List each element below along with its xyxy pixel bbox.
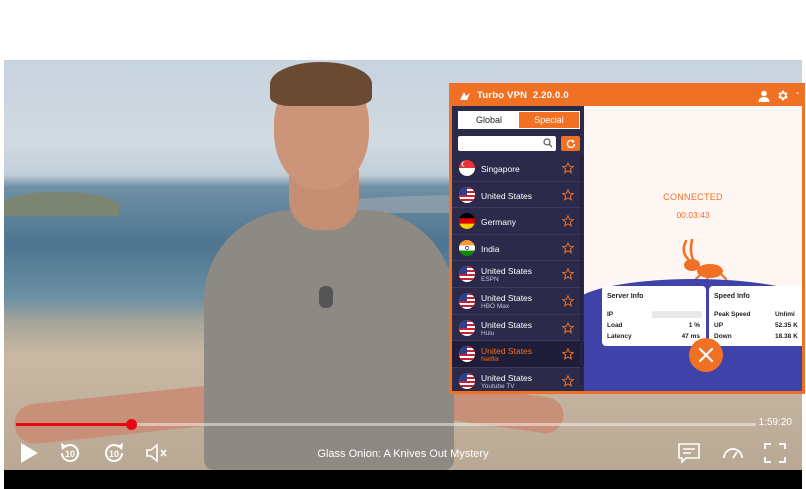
in-flag-icon — [459, 239, 475, 256]
tab-global[interactable]: Global — [459, 112, 519, 128]
ip-label: IP — [607, 311, 614, 318]
progress-scrubber[interactable] — [125, 419, 137, 430]
server-item[interactable]: India — [452, 235, 584, 262]
server-service: Youtube TV — [481, 382, 515, 390]
favorite-star-icon[interactable] — [562, 321, 574, 334]
us-flag-icon — [459, 266, 475, 283]
speed-info-card: Speed Info Peak Speed Unlimi UP 52.35 K … — [709, 286, 802, 346]
player-controls: 10 10 Glass Onion: A Knives Out Mystery — [4, 436, 802, 470]
server-info-title: Server Info — [607, 293, 644, 300]
server-name: United States — [481, 266, 533, 277]
screen: 1:59:20 10 10 Glass Onion: A Knives Out … — [0, 0, 806, 489]
favorite-star-icon[interactable] — [562, 268, 574, 281]
sg-flag-icon — [459, 160, 475, 176]
download-value: 18.38 K — [775, 333, 798, 340]
connection-timer: 00:03:43 — [676, 210, 710, 220]
speed-info-title: Speed Info — [714, 293, 750, 300]
upload-label: UP — [714, 322, 724, 329]
subtitles-icon — [678, 443, 700, 464]
ip-value-redacted — [652, 311, 702, 318]
island — [4, 192, 119, 216]
refresh-button[interactable] — [561, 136, 580, 151]
server-item[interactable]: United States HBO Max — [452, 288, 584, 315]
us-flag-icon — [459, 372, 475, 389]
upload-value: 52.35 K — [775, 322, 798, 329]
subtitles-button[interactable] — [676, 440, 702, 466]
server-name: United States — [481, 292, 533, 303]
load-label: Load — [607, 322, 623, 329]
time-remaining: 1:59:20 — [758, 417, 792, 428]
server-item[interactable]: United States Hulu — [452, 315, 584, 342]
actor-figure — [12, 60, 566, 470]
server-service: HBO Max — [481, 302, 510, 310]
connection-panel: CONNECTED 00:03:43 Server Info IP Load 1… — [584, 106, 802, 391]
favorite-star-icon[interactable] — [562, 188, 574, 201]
server-list: Singapore United States Germany India United… — [452, 155, 584, 391]
settings-gear-icon[interactable] — [776, 89, 789, 102]
search-icon — [543, 138, 553, 148]
disconnect-button[interactable] — [689, 338, 723, 372]
server-search-input[interactable] — [458, 136, 556, 151]
favorite-star-icon[interactable] — [562, 241, 574, 254]
speed-gauge-icon — [723, 448, 743, 459]
us-flag-icon — [459, 292, 475, 309]
server-sidebar: Global Special Singapore United States Ger… — [452, 106, 584, 391]
server-item[interactable]: United States ESPN — [452, 261, 584, 288]
server-list-scrollbar[interactable] — [580, 155, 583, 385]
refresh-icon — [566, 139, 575, 148]
fullscreen-button[interactable] — [762, 440, 788, 466]
load-value: 1 % — [688, 322, 700, 329]
connection-status: CONNECTED — [663, 192, 723, 202]
close-icon — [698, 347, 714, 363]
vpn-titlebar: Turbo VPN 2.20.0.0 - — [452, 86, 802, 106]
download-label: Down — [714, 333, 732, 340]
server-service: Netflix — [481, 356, 500, 364]
vpn-app-title: Turbo VPN 2.20.0.0 — [477, 90, 569, 101]
server-item[interactable]: Singapore — [452, 155, 584, 182]
favorite-star-icon[interactable] — [562, 162, 574, 174]
server-item[interactable]: Germany — [452, 208, 584, 235]
peak-speed-value: Unlimi — [775, 311, 795, 318]
server-name: Germany — [481, 217, 516, 228]
server-service: ESPN — [481, 276, 499, 284]
tab-special[interactable]: Special — [519, 112, 579, 128]
server-name: India — [481, 243, 500, 254]
server-item[interactable]: United States — [452, 182, 584, 209]
vpn-window: Turbo VPN 2.20.0.0 - Global Special Sing… — [449, 83, 805, 394]
favorite-star-icon[interactable] — [562, 374, 574, 387]
progress-bar[interactable] — [16, 419, 756, 430]
progress-fill — [16, 423, 131, 426]
server-name: United States — [481, 346, 533, 357]
favorite-star-icon[interactable] — [562, 294, 574, 307]
peak-speed-label: Peak Speed — [714, 311, 751, 318]
latency-label: Latency — [607, 333, 632, 340]
server-item[interactable]: United States Netflix — [452, 341, 584, 368]
favorite-star-icon[interactable] — [562, 215, 574, 228]
us-flag-icon — [459, 319, 475, 336]
fullscreen-icon — [764, 443, 786, 463]
server-name: United States — [481, 372, 533, 383]
server-name: Singapore — [481, 164, 520, 174]
server-name: United States — [481, 319, 533, 330]
rabbit-mascot-icon — [682, 239, 728, 283]
server-item[interactable]: United States Youtube TV — [452, 368, 584, 391]
region-toggle: Global Special — [458, 111, 580, 129]
playback-speed-button[interactable] — [720, 440, 746, 466]
minimize-button[interactable]: - — [796, 88, 799, 99]
us-flag-icon — [459, 186, 475, 203]
us-flag-icon — [459, 346, 475, 363]
server-name: United States — [481, 190, 533, 201]
favorite-star-icon[interactable] — [562, 348, 574, 361]
turbo-vpn-logo-icon — [460, 92, 470, 100]
account-icon[interactable] — [758, 90, 770, 102]
server-service: Hulu — [481, 329, 495, 337]
de-flag-icon — [459, 213, 475, 230]
server-info-card: Server Info IP Load 1 % Latency 47 ms — [602, 286, 706, 346]
